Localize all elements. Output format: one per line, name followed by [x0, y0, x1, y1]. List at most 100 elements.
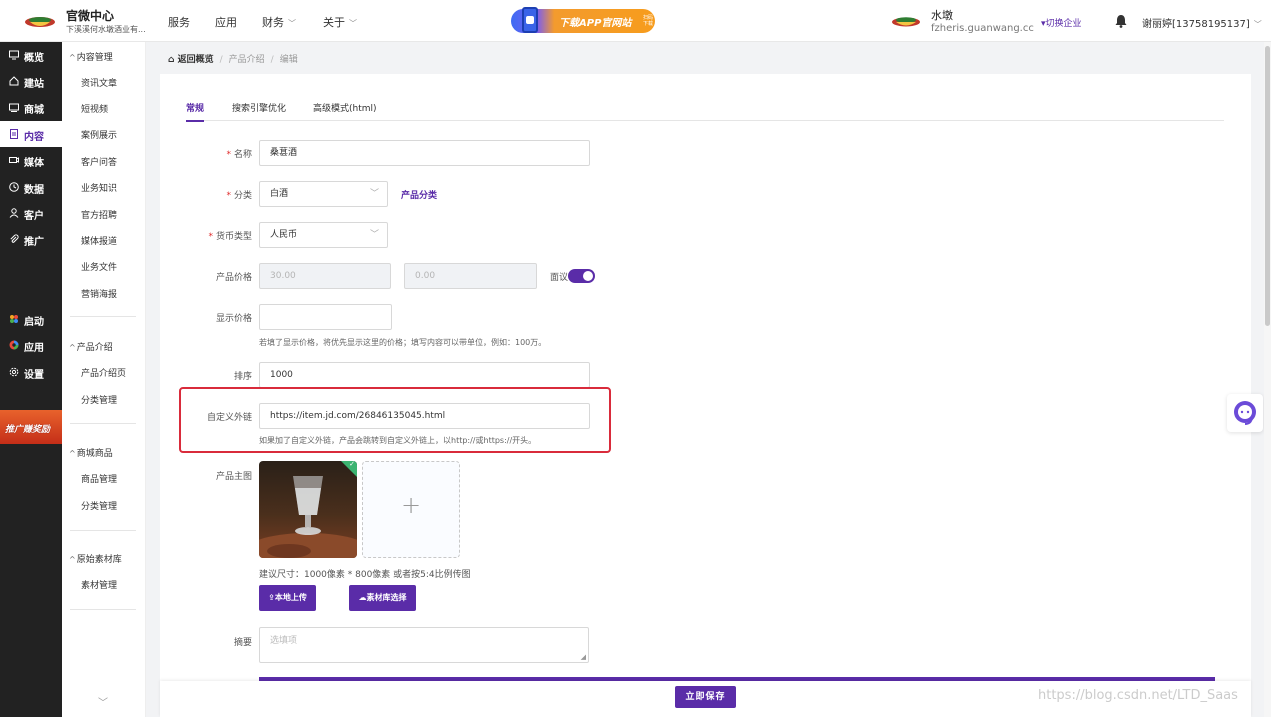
currency-label: * 货币类型: [208, 232, 252, 242]
user-icon: [9, 208, 19, 218]
breadcrumb: ⌂ 返回概览 / 产品介绍 / 编辑: [168, 55, 298, 65]
brand-name: 官微中心: [66, 9, 115, 23]
sidebar-sub-item[interactable]: 商品管理: [81, 472, 117, 485]
sidebar-sub-item[interactable]: 资讯文章: [81, 76, 117, 89]
sidebar-sub-item[interactable]: 分类管理: [81, 393, 117, 406]
breadcrumb-edit: 编辑: [279, 55, 298, 65]
site-name: 水墩: [931, 9, 953, 22]
chevron-down-icon: ﹀: [369, 189, 379, 199]
overview-icon: [9, 50, 19, 60]
scan-download-text: 扫码下载: [643, 15, 654, 27]
document-icon: [10, 129, 18, 139]
negotiable-toggle[interactable]: [568, 269, 595, 283]
sidebar-sub-item[interactable]: 产品介绍页: [81, 366, 126, 379]
divider: [70, 423, 136, 424]
nav-apps[interactable]: 应用: [215, 14, 237, 30]
bell-icon[interactable]: [1115, 14, 1127, 28]
group-shop-goods[interactable]: ^商城商品: [69, 446, 113, 459]
nav-services[interactable]: 服务: [168, 14, 190, 30]
watermark: https://blog.csdn.net/LTD_Saas: [1038, 688, 1238, 703]
sidebar-sub-item[interactable]: 短视频: [81, 102, 108, 115]
summary-label: 摘要: [233, 638, 252, 648]
customer-service-button[interactable]: [1227, 394, 1263, 432]
material-library-button[interactable]: ☁素材库选择: [349, 585, 416, 611]
download-app-banner[interactable]: 下载APP官网站 扫码下载: [511, 7, 655, 33]
product-category-link[interactable]: 产品分类: [401, 188, 437, 201]
check-icon: ✓: [349, 461, 355, 468]
add-image-button[interactable]: +: [362, 461, 460, 558]
price-input: 30.00: [259, 263, 391, 289]
chevron-up-icon: ^: [69, 555, 76, 564]
local-upload-button[interactable]: ⇪本地上传: [259, 585, 316, 611]
sidebar-sub-item[interactable]: 营销海报: [81, 287, 117, 300]
currency-select[interactable]: 人民币 ﹀: [259, 222, 388, 248]
brand-subtitle: 下溪溪何水墩酒业有...: [66, 25, 146, 34]
main-image-label: 产品主图: [215, 472, 252, 482]
resize-grip-icon[interactable]: ◢: [581, 653, 586, 661]
category-label: * 分类: [226, 191, 252, 201]
chevron-up-icon: ^: [69, 343, 76, 352]
sidebar-sub-item[interactable]: 业务文件: [81, 260, 117, 273]
category-select[interactable]: 白酒 ﹀: [259, 181, 388, 207]
tab-advanced-html[interactable]: 高级模式(html): [313, 101, 377, 120]
custom-link-input[interactable]: https://item.jd.com/26846135045.html: [259, 403, 590, 429]
switch-enterprise-button[interactable]: ▾切换企业: [1041, 16, 1082, 29]
group-product-intro[interactable]: ^产品介绍: [69, 340, 113, 353]
sidebar-item-promotion[interactable]: 推广: [0, 226, 62, 252]
group-content-management[interactable]: ^内容管理: [69, 50, 113, 63]
flower-icon: [10, 315, 18, 323]
group-material-library[interactable]: ^原始素材库: [69, 552, 122, 565]
apps-icon: [9, 340, 19, 350]
nav-finance[interactable]: 财务 ﹀: [262, 14, 296, 30]
name-input[interactable]: 桑葚酒: [259, 140, 590, 166]
site-domain: fzheris.guanwang.cc: [931, 23, 1034, 34]
page-scrollbar[interactable]: [1264, 42, 1271, 717]
back-to-overview-link[interactable]: ⌂ 返回概览: [168, 55, 214, 65]
sidebar-item-launch[interactable]: 启动: [0, 306, 62, 332]
summary-textarea[interactable]: 选填项 ◢: [259, 627, 589, 663]
sort-label: 排序: [233, 372, 252, 382]
save-button[interactable]: 立即保存: [675, 686, 736, 708]
name-label: * 名称: [226, 150, 252, 160]
sidebar-item-settings[interactable]: 设置: [0, 359, 62, 385]
sidebar-sub-item[interactable]: 分类管理: [81, 499, 117, 512]
sidebar-item-customers[interactable]: 客户: [0, 200, 62, 226]
collapse-chevron-icon[interactable]: ﹀: [98, 694, 108, 709]
chevron-up-icon: ^: [69, 53, 76, 62]
product-image-thumbnail[interactable]: ✓: [259, 461, 357, 558]
sidebar-sub-item[interactable]: 业务知识: [81, 181, 117, 194]
nav-about[interactable]: 关于 ﹀: [323, 14, 357, 30]
sort-input[interactable]: 1000: [259, 362, 590, 388]
top-bar: 官微中心 下溪溪何水墩酒业有... 服务 应用 财务 ﹀ 关于 ﹀ 下载APP官网站…: [0, 0, 1271, 42]
custom-link-label: 自定义外链: [206, 413, 252, 423]
sidebar-item-content[interactable]: 内容: [0, 121, 62, 147]
brand-logo[interactable]: [24, 12, 56, 30]
breadcrumb-product-intro[interactable]: 产品介绍: [229, 55, 265, 65]
sidebar-item-overview[interactable]: 概览: [0, 42, 62, 68]
scrollbar-thumb[interactable]: [1265, 46, 1270, 326]
sidebar-item-site[interactable]: 建站: [0, 68, 62, 94]
sidebar-sub-item[interactable]: 官方招聘: [81, 208, 117, 221]
divider: [70, 316, 136, 317]
video-icon: [9, 157, 19, 163]
sidebar-sub-item[interactable]: 客户问答: [81, 155, 117, 168]
tab-general[interactable]: 常规: [186, 101, 205, 122]
sidebar-sub-item[interactable]: 素材管理: [81, 578, 117, 591]
sidebar-sub-item[interactable]: 媒体报道: [81, 234, 117, 247]
user-menu[interactable]: 谢丽婷[13758195137] ﹀: [1142, 15, 1262, 30]
sidebar-item-media[interactable]: 媒体: [0, 147, 62, 173]
shop-icon: [9, 103, 19, 112]
display-price-input[interactable]: [259, 304, 392, 330]
sidebar-item-apps[interactable]: 应用: [0, 332, 62, 358]
tabs: 常规 搜索引擎优化 高级模式(html): [186, 101, 1224, 122]
display-price-label: 显示价格: [215, 314, 252, 324]
sidebar-item-shop[interactable]: 商城: [0, 94, 62, 120]
download-app-text: 下载APP官网站: [559, 18, 632, 29]
sidebar-item-data[interactable]: 数据: [0, 174, 62, 200]
price-label: 产品价格: [215, 273, 252, 283]
home-icon: ⌂: [168, 55, 178, 65]
sidebar-sub-item[interactable]: 案例展示: [81, 128, 117, 141]
promotion-reward-banner[interactable]: 推广赚奖励: [0, 410, 62, 444]
sub-sidebar: ^内容管理 资讯文章 短视频 案例展示 客户问答 业务知识 官方招聘 媒体报道 …: [62, 42, 146, 717]
tab-seo[interactable]: 搜索引擎优化: [232, 101, 286, 120]
